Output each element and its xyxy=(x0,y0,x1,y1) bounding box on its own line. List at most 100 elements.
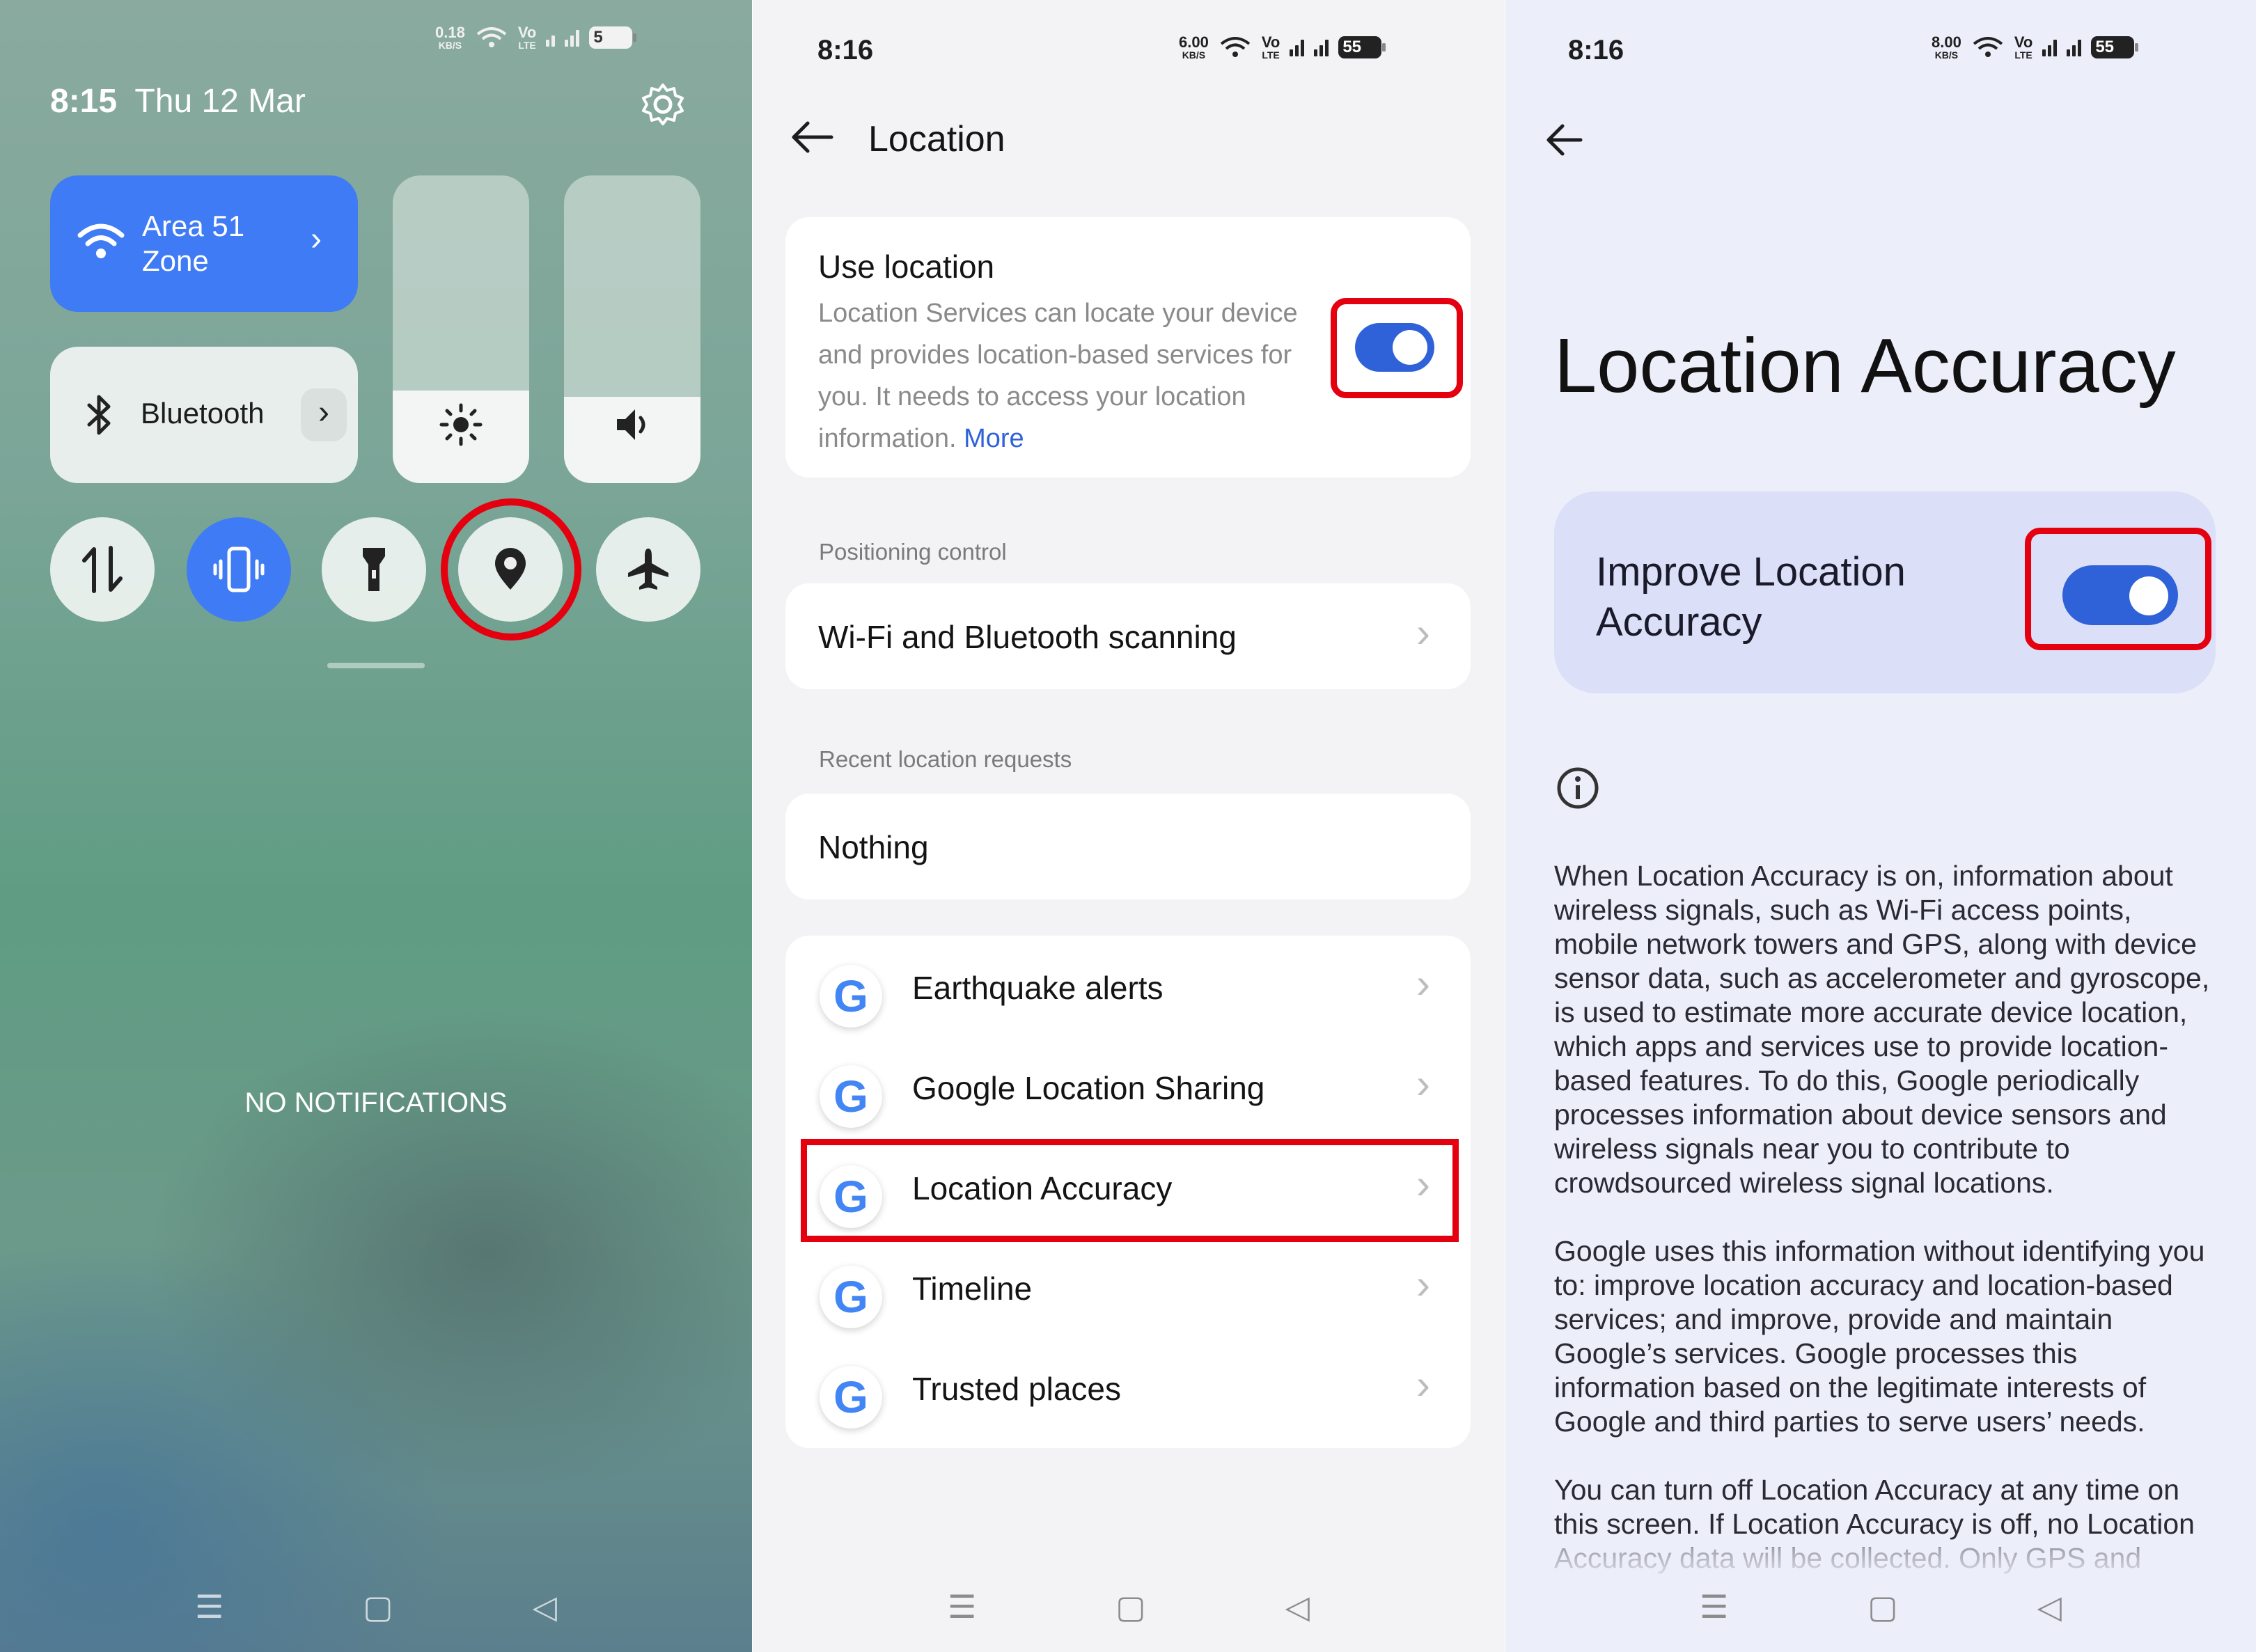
volte-icon: Vo LTE xyxy=(2014,33,2033,61)
back-nav-icon[interactable]: ◁ xyxy=(2037,1588,2062,1626)
back-nav-icon[interactable]: ◁ xyxy=(533,1588,557,1626)
menu-nav-icon[interactable]: ☰ xyxy=(195,1588,224,1626)
menu-nav-icon[interactable]: ☰ xyxy=(1700,1588,1728,1626)
volte-icon: Vo LTE xyxy=(517,24,537,51)
date-time: 8:15 Thu 12 Mar xyxy=(50,82,306,120)
volte-icon: Vo LTE xyxy=(1261,33,1280,61)
sun-icon xyxy=(439,403,483,446)
home-nav-icon[interactable]: ▢ xyxy=(363,1588,393,1626)
recent-requests-card: Nothing xyxy=(785,794,1471,899)
status-time: 8:16 xyxy=(817,35,874,65)
toggle-highlight-box xyxy=(1331,298,1463,398)
location-accuracy-highlight-box xyxy=(801,1139,1459,1242)
service-row-timeline[interactable]: G Timeline › xyxy=(785,1236,1471,1337)
date: Thu 12 Mar xyxy=(134,83,306,120)
service-label: Earthquake alerts xyxy=(912,970,1164,1006)
location-accuracy-screen: 8:16 8.00 KB/S Vo LTE 55 Location Accuracy… xyxy=(1505,0,2256,1652)
back-arrow-icon[interactable] xyxy=(1544,123,1583,157)
chevron-right-icon[interactable]: › xyxy=(301,388,347,441)
network-speed: 8.00 KB/S xyxy=(1932,33,1961,61)
mobile-data-icon xyxy=(82,546,123,593)
wifi-status-icon xyxy=(1220,37,1251,57)
nav-bar: ☰ ▢ ◁ xyxy=(1505,1561,2256,1652)
wifi-status-icon xyxy=(1973,37,2003,57)
chevron-right-icon: › xyxy=(1416,1261,1430,1307)
status-bar-icons: 6.00 KB/S Vo LTE 55 xyxy=(1179,33,1386,61)
location-highlight-ring xyxy=(441,498,581,640)
improve-accuracy-label: Improve Location Accuracy xyxy=(1596,549,1906,645)
service-row-earthquake-alerts[interactable]: G Earthquake alerts › xyxy=(785,936,1471,1036)
location-settings-screen: 8:16 6.00 KB/S Vo LTE 55 Location Use loca… xyxy=(753,0,1505,1652)
wifi-tile[interactable]: Area 51 Zone › xyxy=(50,175,358,312)
home-nav-icon[interactable]: ▢ xyxy=(1867,1588,1897,1626)
chevron-right-icon: › xyxy=(1416,1361,1430,1408)
status-bar-icons: 8.00 KB/S Vo LTE 55 xyxy=(1932,33,2139,61)
bluetooth-label: Bluetooth xyxy=(141,397,265,430)
drag-handle[interactable] xyxy=(327,663,425,668)
status-time: 8:16 xyxy=(1568,35,1624,65)
signal-icon xyxy=(1290,38,1305,56)
description-text: When Location Accuracy is on, informatio… xyxy=(1554,859,2223,1575)
nothing-label: Nothing xyxy=(818,829,929,865)
airplane-mode-toggle[interactable] xyxy=(596,517,700,622)
google-logo-icon: G xyxy=(820,1366,882,1429)
chevron-right-icon[interactable]: › xyxy=(311,220,322,258)
volume-slider[interactable] xyxy=(564,175,700,483)
signal-icon xyxy=(2042,38,2058,56)
mobile-data-toggle[interactable] xyxy=(50,517,155,622)
more-link[interactable]: More xyxy=(964,424,1024,453)
service-label: Google Location Sharing xyxy=(912,1070,1265,1106)
signal-icon xyxy=(2067,38,2082,56)
wifi-bluetooth-scanning-label: Wi-Fi and Bluetooth scanning xyxy=(818,619,1237,655)
paragraph: Google uses this information without ide… xyxy=(1554,1235,2205,1438)
paragraph: When Location Accuracy is on, informatio… xyxy=(1554,860,2210,1199)
network-speed: 0.18 KB/S xyxy=(435,24,465,51)
toggle-highlight-box xyxy=(2025,528,2211,650)
use-location-description: Location Services can locate your device… xyxy=(818,299,1298,453)
flashlight-toggle[interactable] xyxy=(322,517,426,622)
battery-icon: 5 xyxy=(589,26,637,49)
wifi-network-name: Area 51 Zone xyxy=(142,210,245,277)
google-logo-icon: G xyxy=(820,965,882,1028)
signal-icon xyxy=(546,29,556,47)
network-speed: 6.00 KB/S xyxy=(1179,33,1209,61)
menu-nav-icon[interactable]: ☰ xyxy=(948,1588,976,1626)
chevron-right-icon: › xyxy=(1416,609,1430,656)
service-label: Trusted places xyxy=(912,1371,1121,1407)
chevron-right-icon: › xyxy=(1416,960,1430,1007)
gear-icon[interactable] xyxy=(639,81,687,128)
service-row-google-location-sharing[interactable]: G Google Location Sharing › xyxy=(785,1036,1471,1136)
flashlight-icon xyxy=(363,548,385,591)
bluetooth-tile[interactable]: Bluetooth › xyxy=(50,347,358,483)
airplane-icon xyxy=(628,549,668,590)
page-title: Location Accuracy xyxy=(1554,323,2176,409)
brightness-slider[interactable] xyxy=(393,175,529,483)
home-nav-icon[interactable]: ▢ xyxy=(1115,1588,1145,1626)
chevron-right-icon: › xyxy=(1416,1060,1430,1107)
back-arrow-icon[interactable] xyxy=(790,120,836,155)
wifi-bluetooth-scanning-row[interactable]: Wi-Fi and Bluetooth scanning › xyxy=(785,583,1471,689)
nav-bar: ☰ ▢ ◁ xyxy=(753,1561,1505,1652)
service-row-trusted-places[interactable]: G Trusted places › xyxy=(785,1337,1471,1437)
vibrate-icon xyxy=(213,546,265,592)
page-title: Location xyxy=(868,119,1005,159)
positioning-section-header: Positioning control xyxy=(819,539,1007,565)
speaker-icon xyxy=(617,409,645,440)
vibrate-toggle[interactable] xyxy=(187,517,291,622)
no-notifications-text: NO NOTIFICATIONS xyxy=(244,1087,508,1118)
bluetooth-icon xyxy=(87,395,111,435)
signal-icon xyxy=(1314,38,1329,56)
use-location-title: Use location xyxy=(818,249,995,285)
wifi-status-icon xyxy=(476,27,507,47)
battery-icon: 55 xyxy=(1338,36,1386,58)
back-nav-icon[interactable]: ◁ xyxy=(1285,1588,1310,1626)
clock: 8:15 xyxy=(50,83,118,120)
battery-icon: 55 xyxy=(2091,36,2139,58)
quick-settings-screen: 0.18 KB/S Vo LTE 5 8:15 Thu 12 Mar Area 51… xyxy=(0,0,752,1652)
google-logo-icon: G xyxy=(820,1065,882,1128)
service-label: Timeline xyxy=(912,1271,1033,1307)
signal-icon xyxy=(565,29,580,47)
nav-bar: ☰ ▢ ◁ xyxy=(0,1561,752,1652)
info-icon xyxy=(1557,767,1599,809)
wifi-icon xyxy=(77,223,125,258)
